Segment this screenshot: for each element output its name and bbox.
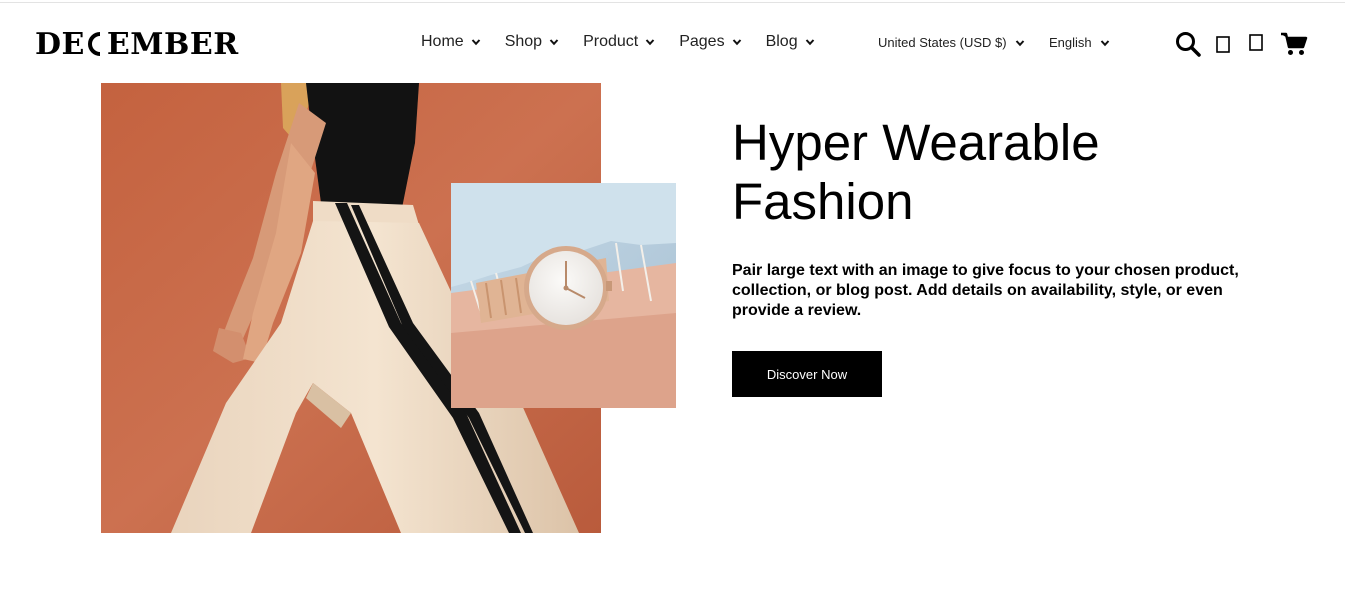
chevron-down-icon xyxy=(549,39,559,46)
site-header: DE EMBER Home Shop Product Pages Blog Un… xyxy=(0,3,1345,83)
chevron-down-icon xyxy=(645,39,655,46)
language-label: English xyxy=(1049,35,1092,50)
nav-item-shop[interactable]: Shop xyxy=(505,33,559,51)
logo-moon-icon xyxy=(87,32,101,56)
nav-item-pages[interactable]: Pages xyxy=(679,33,741,51)
main-nav: Home Shop Product Pages Blog xyxy=(421,33,839,51)
nav-item-label: Home xyxy=(421,33,464,50)
brand-logo[interactable]: DE EMBER xyxy=(35,25,239,63)
hero-description: Pair large text with an image to give fo… xyxy=(732,262,1239,319)
language-selector[interactable]: English xyxy=(1049,35,1110,50)
chevron-down-icon xyxy=(471,39,480,46)
hero-detail-image xyxy=(451,183,676,408)
search-icon[interactable] xyxy=(1175,31,1201,57)
cart-icon[interactable] xyxy=(1280,31,1308,57)
nav-item-blog[interactable]: Blog xyxy=(766,33,815,51)
nav-item-label: Shop xyxy=(504,33,543,50)
hero-title-line2: Fashion xyxy=(732,173,914,230)
currency-selector[interactable]: United States (USD $) xyxy=(878,35,1025,50)
nav-item-label: Pages xyxy=(679,33,725,50)
logo-text-left: DE xyxy=(35,26,85,62)
nav-item-home[interactable]: Home xyxy=(421,33,481,51)
discover-now-button[interactable]: Discover Now xyxy=(732,351,882,397)
chevron-down-icon xyxy=(1015,39,1024,46)
logo-text-right: EMBER xyxy=(106,26,239,62)
hero-title: Hyper Wearable Fashion xyxy=(732,113,1192,231)
nav-item-label: Blog xyxy=(765,33,798,50)
chevron-down-icon xyxy=(732,39,741,46)
chevron-down-icon xyxy=(805,39,814,46)
hero-title-line1: Hyper Wearable xyxy=(732,114,1100,171)
currency-label: United States (USD $) xyxy=(878,35,1007,50)
chevron-down-icon xyxy=(1100,39,1109,46)
account-icon[interactable] xyxy=(1216,36,1230,53)
nav-item-label: Product xyxy=(583,33,639,50)
wishlist-icon[interactable] xyxy=(1249,34,1263,51)
wristwatch-illustration xyxy=(451,183,676,408)
nav-item-product[interactable]: Product xyxy=(583,33,655,51)
